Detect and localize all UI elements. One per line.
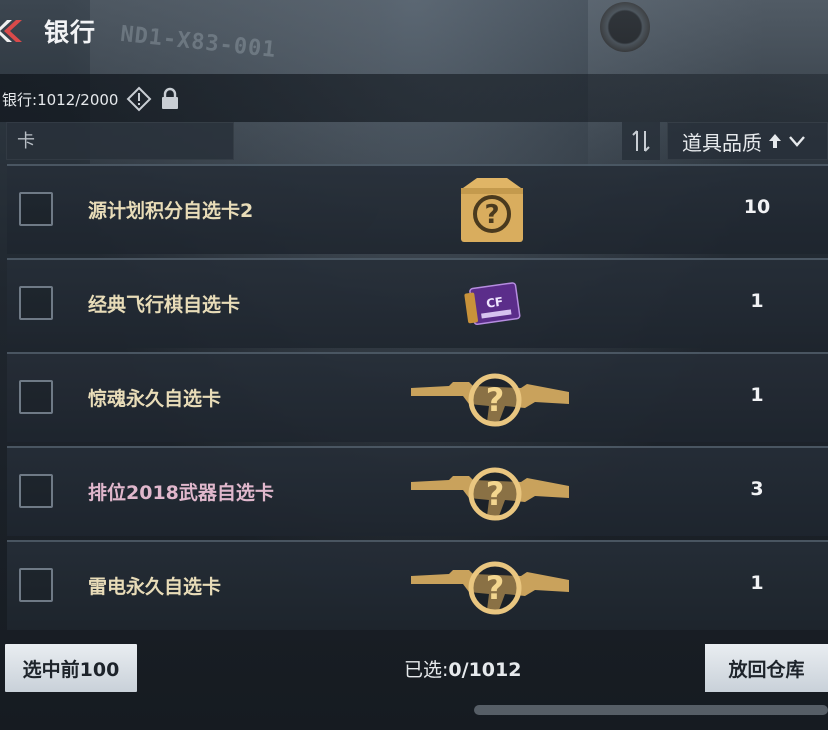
- search-input[interactable]: [17, 130, 242, 152]
- sort-arrows-icon: [632, 130, 650, 152]
- svg-text:CF: CF: [485, 294, 504, 310]
- bank-capacity: 1012/2000: [37, 90, 119, 109]
- page-title: 银行: [44, 18, 97, 47]
- horizontal-scrollbar[interactable]: [474, 705, 828, 715]
- svg-text:?: ?: [486, 475, 505, 513]
- item-checkbox[interactable]: [19, 286, 53, 320]
- search-box: [6, 122, 242, 160]
- chevron-down-icon: [789, 136, 805, 147]
- item-name: 雷电永久自选卡: [88, 576, 222, 598]
- selected-value: 0/1012: [448, 659, 522, 681]
- arrow-up-icon: [769, 134, 781, 148]
- item-quantity: 1: [750, 572, 764, 594]
- item-quantity: 3: [750, 478, 764, 500]
- mystery-crate-icon: ?: [461, 178, 523, 242]
- svg-text:?: ?: [486, 381, 505, 419]
- item-name: 源计划积分自选卡2: [88, 200, 254, 222]
- sort-order-toggle[interactable]: [622, 122, 660, 160]
- sort-quality-select[interactable]: 道具品质: [667, 122, 828, 160]
- return-to-warehouse-button[interactable]: 放回仓库: [705, 644, 828, 692]
- toolbar: 道具品质: [0, 122, 828, 162]
- svg-text:?: ?: [484, 200, 499, 230]
- back-chevron-icon: [0, 20, 22, 42]
- item-list: 源计划积分自选卡2 ? 10 经典飞行棋自选卡 CF 1 惊魂永久自选卡 ? 1…: [7, 164, 828, 630]
- sort-label: 道具品质: [682, 130, 762, 155]
- selected-label: 已选:: [404, 659, 449, 681]
- list-item[interactable]: 经典飞行棋自选卡 CF 1: [7, 258, 828, 348]
- item-quantity: 1: [750, 384, 764, 406]
- list-item[interactable]: 排位2018武器自选卡 ? 3: [7, 446, 828, 536]
- back-button[interactable]: [0, 0, 34, 62]
- list-item[interactable]: 惊魂永久自选卡 ? 1: [7, 352, 828, 442]
- purple-ticket-icon: CF: [464, 282, 521, 325]
- lock-icon[interactable]: [160, 87, 180, 111]
- list-item[interactable]: 雷电永久自选卡 ? 1: [7, 540, 828, 630]
- rifle-mystery-icon: ?: [411, 467, 569, 521]
- bank-label: 银行:: [2, 90, 38, 109]
- rifle-mystery-icon: ?: [411, 373, 569, 427]
- item-name: 排位2018武器自选卡: [88, 482, 274, 504]
- info-icon[interactable]: [126, 86, 152, 112]
- item-name: 经典飞行棋自选卡: [88, 294, 241, 316]
- rifle-mystery-icon: ?: [411, 561, 569, 615]
- item-quantity: 1: [750, 290, 764, 312]
- selected-count: 已选:0/1012: [404, 655, 521, 682]
- item-name: 惊魂永久自选卡: [88, 388, 222, 410]
- item-checkbox[interactable]: [19, 192, 53, 226]
- svg-text:?: ?: [486, 569, 505, 607]
- item-checkbox[interactable]: [19, 380, 53, 414]
- list-item[interactable]: 源计划积分自选卡2 ? 10: [7, 164, 828, 254]
- item-checkbox[interactable]: [19, 474, 53, 508]
- item-quantity: 10: [743, 196, 771, 218]
- bank-info: 银行:1012/2000: [2, 86, 180, 112]
- header: 银行: [0, 0, 828, 62]
- item-checkbox[interactable]: [19, 568, 53, 602]
- select-top-100-button[interactable]: 选中前100: [5, 644, 137, 692]
